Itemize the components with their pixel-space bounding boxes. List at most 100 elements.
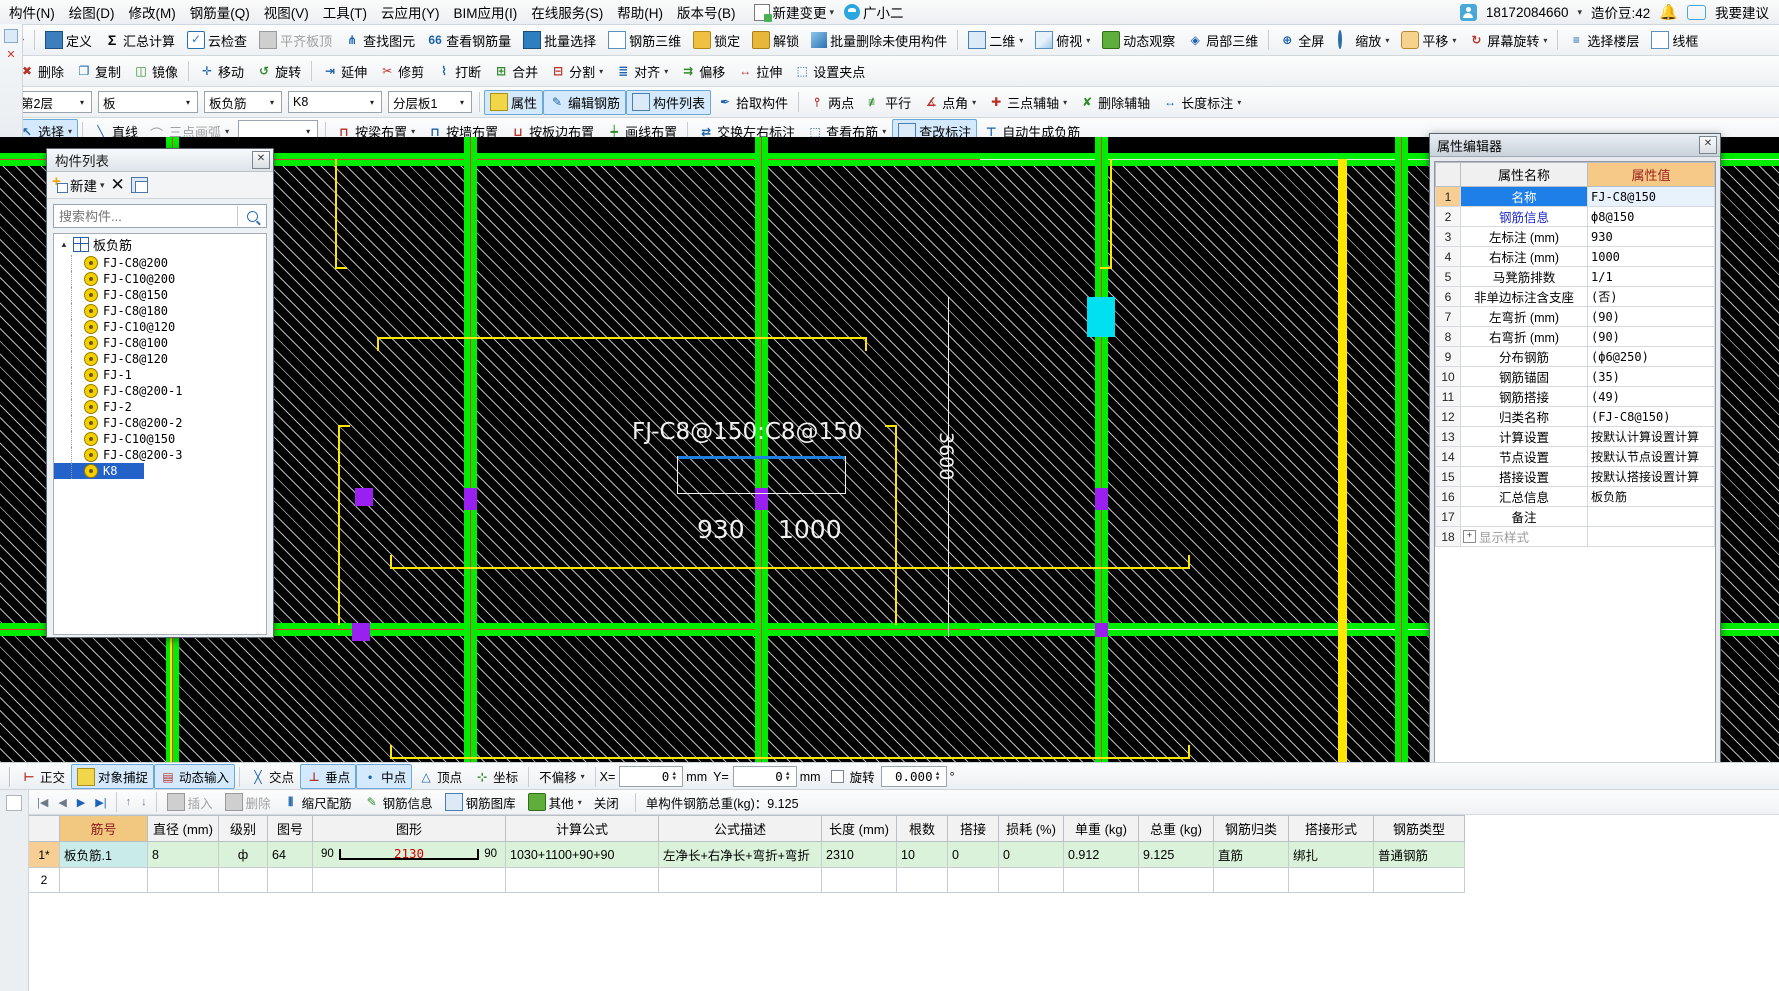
chevron-down-icon[interactable]: ▾ [75, 98, 89, 107]
perpendicular-snap-button[interactable]: ⊥ 垂点 [300, 764, 357, 789]
property-value[interactable]: (ф6@250) [1587, 346, 1715, 367]
rotate-spinner[interactable]: ▲ ▼ [935, 771, 944, 782]
chevron-down-icon[interactable]: ▾ [1086, 36, 1090, 45]
user-chevron-down-icon[interactable]: ▾ [1578, 7, 1583, 18]
property-value[interactable]: (49) [1587, 386, 1715, 407]
next-record-button[interactable]: ▶ [72, 796, 90, 809]
batch-delete-button[interactable]: 批量删除未使用构件 [805, 28, 953, 53]
cell-diameter[interactable]: 8 [147, 841, 219, 868]
summary-calc-button[interactable]: Σ 汇总计算 [98, 28, 181, 53]
cell-empty[interactable] [947, 867, 999, 893]
stretch-button[interactable]: ↔ 拉伸 [731, 59, 788, 84]
other-button[interactable]: 其他 ▾ [522, 792, 588, 813]
rebar-library-button[interactable]: 钢筋图库 [439, 792, 522, 813]
merge-button[interactable]: ⊞ 合并 [487, 59, 544, 84]
x-input[interactable]: 0 ▲ ▼ [619, 766, 684, 787]
table-row[interactable]: 1* 板负筋.1 8 ф 64 90 2130 90 1030+1100+90+… [28, 841, 1465, 868]
select-floor-button[interactable]: ≡ 选择楼层 [1562, 28, 1645, 53]
menu-item-10[interactable]: 版本号(B) [670, 0, 743, 24]
cell-total-weight[interactable]: 9.125 [1138, 841, 1214, 868]
property-value[interactable]: 1000 [1587, 246, 1715, 267]
property-value[interactable]: (90) [1587, 306, 1715, 327]
move-button[interactable]: ✛ 移动 [193, 59, 250, 84]
view-2d-button[interactable]: 二维 ▾ [962, 28, 1029, 53]
cell-empty[interactable] [147, 867, 219, 893]
cell-class[interactable]: 直筋 [1213, 841, 1289, 868]
chevron-down-icon[interactable]: ▾ [581, 772, 585, 781]
parallel-button[interactable]: ≢ 平行 [860, 90, 917, 115]
cell-lap-form[interactable]: 绑扎 [1288, 841, 1374, 868]
delete-component-icon[interactable]: ✕ [111, 176, 125, 193]
chevron-down-icon[interactable]: ▾ [1019, 36, 1023, 45]
property-value[interactable]: 板负筋 [1587, 486, 1715, 507]
table-row[interactable]: 10 钢筋锚固 (35) [1435, 366, 1715, 387]
menu-item-4[interactable]: 视图(V) [257, 0, 316, 24]
cell-empty[interactable] [1213, 867, 1289, 893]
unlock-button[interactable]: 解锁 [746, 28, 805, 53]
lock-button[interactable]: 锁定 [687, 28, 746, 53]
batch-select-button[interactable]: 批量选择 [517, 28, 602, 53]
menu-item-6[interactable]: 云应用(Y) [374, 0, 447, 24]
cell-empty[interactable] [1063, 867, 1139, 893]
menu-item-2[interactable]: 修改(M) [122, 0, 183, 24]
property-value[interactable]: (FJ-C8@150) [1587, 406, 1715, 427]
brand-button[interactable]: 广小二 [839, 1, 909, 23]
rebar-3d-button[interactable]: 钢筋三维 [602, 28, 687, 53]
wireframe-button[interactable]: 线框 [1645, 28, 1704, 53]
table-row[interactable]: 2 [28, 867, 1465, 893]
last-record-button[interactable]: ▶| [90, 796, 111, 809]
property-value[interactable]: 按默认计算设置计算 [1587, 426, 1715, 447]
view-rebar-button[interactable]: 66 查看钢筋量 [421, 28, 517, 53]
dynamic-input-button[interactable]: ▤ 动态输入 [154, 764, 236, 789]
property-value[interactable]: (否) [1587, 286, 1715, 307]
menu-item-1[interactable]: 绘图(D) [62, 0, 122, 24]
table-row[interactable]: 17 备注 [1435, 506, 1715, 527]
cell-empty[interactable] [658, 867, 822, 893]
table-row[interactable]: 13 计算设置 按默认计算设置计算 [1435, 426, 1715, 447]
delete-axis-button[interactable]: ✘ 删除辅轴 [1073, 90, 1156, 115]
component-list-button[interactable]: 构件列表 [626, 89, 712, 115]
rebar-table[interactable]: 筋号 直径 (mm) 级别 图号 图形 计算公式 公式描述 长度 (mm) 根数… [28, 815, 1465, 893]
list-item[interactable]: FJ-C8@200-1 [54, 383, 266, 399]
suggestion-label[interactable]: 我要建议 [1715, 2, 1769, 22]
move-up-button[interactable]: ↑ [121, 796, 137, 808]
offset-button[interactable]: ⇉ 偏移 [674, 59, 731, 84]
property-value[interactable]: 按默认搭接设置计算 [1587, 466, 1715, 487]
cloud-check-button[interactable]: ✓ 云检查 [181, 28, 253, 53]
coin-label[interactable]: 造价豆:42 [1591, 2, 1650, 22]
list-item[interactable]: FJ-C8@100 [54, 335, 266, 351]
list-item[interactable]: FJ-C10@200 [54, 271, 266, 287]
copy-button[interactable]: ❐ 复制 [70, 59, 127, 84]
chevron-down-icon[interactable]: ▾ [455, 98, 469, 107]
list-item[interactable]: FJ-C8@180 [54, 303, 266, 319]
screen-rotate-button[interactable]: ↻ 屏幕旋转 ▾ [1462, 28, 1553, 53]
phone-label[interactable]: 18172084660 [1486, 5, 1569, 20]
list-item[interactable]: FJ-C10@150 [54, 431, 266, 447]
chevron-down-icon[interactable]: ▾ [664, 67, 668, 76]
rebar-info-button[interactable]: ✎ 钢筋信息 [358, 792, 439, 813]
extend-button[interactable]: ⇥ 延伸 [316, 59, 373, 84]
cell-loss[interactable]: 0 [998, 841, 1064, 868]
first-record-button[interactable]: |◀ [32, 796, 53, 809]
orbit-button[interactable]: 动态观察 [1096, 28, 1181, 53]
property-value[interactable]: (90) [1587, 326, 1715, 347]
local-3d-button[interactable]: ◈ 局部三维 [1181, 28, 1264, 53]
chevron-down-icon[interactable]: ▾ [599, 67, 603, 76]
table-row[interactable]: 14 节点设置 按默认节点设置计算 [1435, 446, 1715, 467]
chevron-down-icon[interactable]: ▾ [365, 98, 379, 107]
cell-empty[interactable] [1138, 867, 1214, 893]
edit-rebar-button[interactable]: ✎ 编辑钢筋 [543, 89, 627, 115]
expand-icon[interactable]: + [1463, 530, 1476, 543]
grip-setting-button[interactable]: ⬚ 设置夹点 [788, 59, 871, 84]
list-item[interactable]: FJ-C8@200 [54, 255, 266, 271]
length-dim-button[interactable]: ↔ 长度标注 ▾ [1156, 90, 1247, 115]
rail-close-icon[interactable]: ✕ [0, 48, 22, 61]
y-spinner[interactable]: ▲ ▼ [785, 771, 794, 782]
property-value[interactable]: 1/1 [1587, 266, 1715, 287]
three-point-axis-button[interactable]: ✚ 三点辅轴 ▾ [982, 90, 1073, 115]
chevron-down-icon[interactable]: ▾ [1543, 36, 1547, 45]
list-item[interactable]: FJ-2 [54, 399, 266, 415]
grid-sidebar-icon[interactable] [6, 795, 22, 811]
property-value[interactable] [1587, 526, 1715, 547]
chevron-down-icon[interactable]: ▾ [301, 127, 315, 136]
